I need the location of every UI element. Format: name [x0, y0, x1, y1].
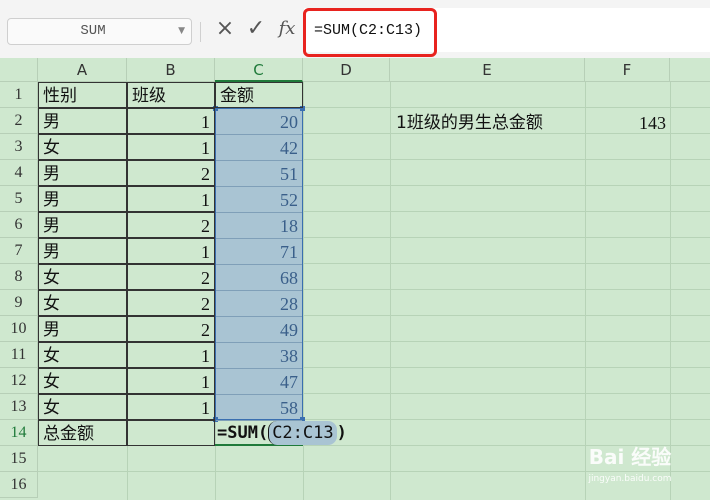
table-cell-gender[interactable]: 男: [38, 212, 127, 238]
table-cell-class[interactable]: 1: [127, 368, 215, 394]
summary-label[interactable]: 1班级的男生总金额: [392, 110, 585, 136]
table-cell-amount[interactable]: 58: [216, 395, 302, 421]
table-cell-gender[interactable]: 女: [38, 264, 127, 290]
column-header-a[interactable]: A: [38, 58, 127, 82]
table-cell-gender[interactable]: 女: [38, 290, 127, 316]
table-cell-class[interactable]: 1: [127, 394, 215, 420]
summary-value[interactable]: 143: [586, 110, 670, 136]
table-cell-amount[interactable]: 52: [216, 187, 302, 213]
header-cell-class[interactable]: 班级: [127, 82, 215, 108]
row-header[interactable]: 7: [0, 238, 38, 264]
table-cell-gender[interactable]: 男: [38, 316, 127, 342]
row-header[interactable]: 6: [0, 212, 38, 238]
column-header-b[interactable]: B: [127, 58, 215, 82]
column-header-e[interactable]: E: [390, 58, 585, 82]
watermark-logo: Bai 经验 jingyan.baidu.com: [560, 442, 700, 494]
row-header[interactable]: 14: [0, 420, 38, 446]
row-header[interactable]: 16: [0, 472, 38, 498]
table-cell-class[interactable]: 1: [127, 108, 215, 134]
row-header[interactable]: 15: [0, 446, 38, 472]
gridline: [390, 82, 391, 500]
formula-suffix: ): [336, 423, 347, 443]
cell-formula-editor[interactable]: =SUM(C2:C13): [217, 421, 347, 445]
table-cell-class[interactable]: 1: [127, 186, 215, 212]
table-cell-gender[interactable]: 男: [38, 186, 127, 212]
table-cell-gender[interactable]: 男: [38, 238, 127, 264]
table-cell-amount[interactable]: 28: [216, 291, 302, 317]
table-cell-class[interactable]: 1: [127, 238, 215, 264]
table-cell-class[interactable]: 1: [127, 134, 215, 160]
table-cell-class[interactable]: 2: [127, 290, 215, 316]
row-header[interactable]: 5: [0, 186, 38, 212]
table-cell-amount[interactable]: 68: [216, 265, 302, 291]
row-header[interactable]: 3: [0, 134, 38, 160]
watermark-title: Bai 经验: [588, 445, 672, 469]
table-cell-gender[interactable]: 男: [38, 160, 127, 186]
row-header[interactable]: 9: [0, 290, 38, 316]
row-header[interactable]: 1: [0, 82, 38, 108]
formula-text: =SUM(C2:C13): [314, 22, 423, 39]
table-cell-gender[interactable]: 女: [38, 342, 127, 368]
table-cell-amount[interactable]: 18: [216, 213, 302, 239]
formula-prefix: =SUM(: [217, 423, 269, 443]
check-icon[interactable]: ✓: [244, 14, 268, 44]
table-cell-gender[interactable]: 女: [38, 134, 127, 160]
name-box-value: SUM: [80, 23, 106, 39]
row-header[interactable]: 2: [0, 108, 38, 134]
row-header[interactable]: 13: [0, 394, 38, 420]
select-all-corner[interactable]: [0, 58, 38, 82]
function-icon[interactable]: fx: [275, 14, 299, 44]
row-header[interactable]: 8: [0, 264, 38, 290]
chevron-down-icon[interactable]: ▼: [178, 19, 185, 44]
column-header-d[interactable]: D: [303, 58, 390, 82]
table-cell-amount[interactable]: 38: [216, 343, 302, 369]
column-header-c[interactable]: C: [215, 58, 303, 82]
table-cell-amount[interactable]: 49: [216, 317, 302, 343]
table-cell-gender[interactable]: 女: [38, 394, 127, 420]
table-cell[interactable]: [127, 420, 215, 446]
cancel-icon[interactable]: ×: [214, 14, 236, 44]
column-header-g[interactable]: [670, 58, 710, 82]
gridline: [585, 82, 586, 500]
column-header-f[interactable]: F: [585, 58, 670, 82]
table-cell-class[interactable]: 2: [127, 160, 215, 186]
row-header[interactable]: 11: [0, 342, 38, 368]
formula-input[interactable]: =SUM(C2:C13): [304, 8, 710, 52]
gridline: [670, 82, 671, 500]
name-box[interactable]: SUM ▼: [7, 18, 192, 45]
total-label-cell[interactable]: 总金额: [38, 420, 127, 446]
header-cell-amount[interactable]: 金额: [215, 82, 303, 108]
table-cell-class[interactable]: 1: [127, 342, 215, 368]
table-cell-amount[interactable]: 51: [216, 161, 302, 187]
row-header[interactable]: 4: [0, 160, 38, 186]
watermark-url: jingyan.baidu.com: [588, 474, 672, 484]
table-cell-amount[interactable]: 20: [216, 109, 302, 135]
toolbar-divider: [200, 22, 201, 42]
row-header[interactable]: 10: [0, 316, 38, 342]
table-cell-class[interactable]: 2: [127, 316, 215, 342]
table-cell-amount[interactable]: 47: [216, 369, 302, 395]
table-cell-class[interactable]: 2: [127, 264, 215, 290]
table-cell-class[interactable]: 2: [127, 212, 215, 238]
table-cell-gender[interactable]: 男: [38, 108, 127, 134]
table-cell-amount[interactable]: 42: [216, 135, 302, 161]
row-header[interactable]: 12: [0, 368, 38, 394]
formula-range-ref: C2:C13: [268, 421, 337, 445]
formula-bar: SUM ▼ × ✓ fx =SUM(C2:C13): [0, 0, 710, 59]
header-cell-gender[interactable]: 性别: [38, 82, 127, 108]
table-cell-gender[interactable]: 女: [38, 368, 127, 394]
table-cell-amount[interactable]: 71: [216, 239, 302, 265]
